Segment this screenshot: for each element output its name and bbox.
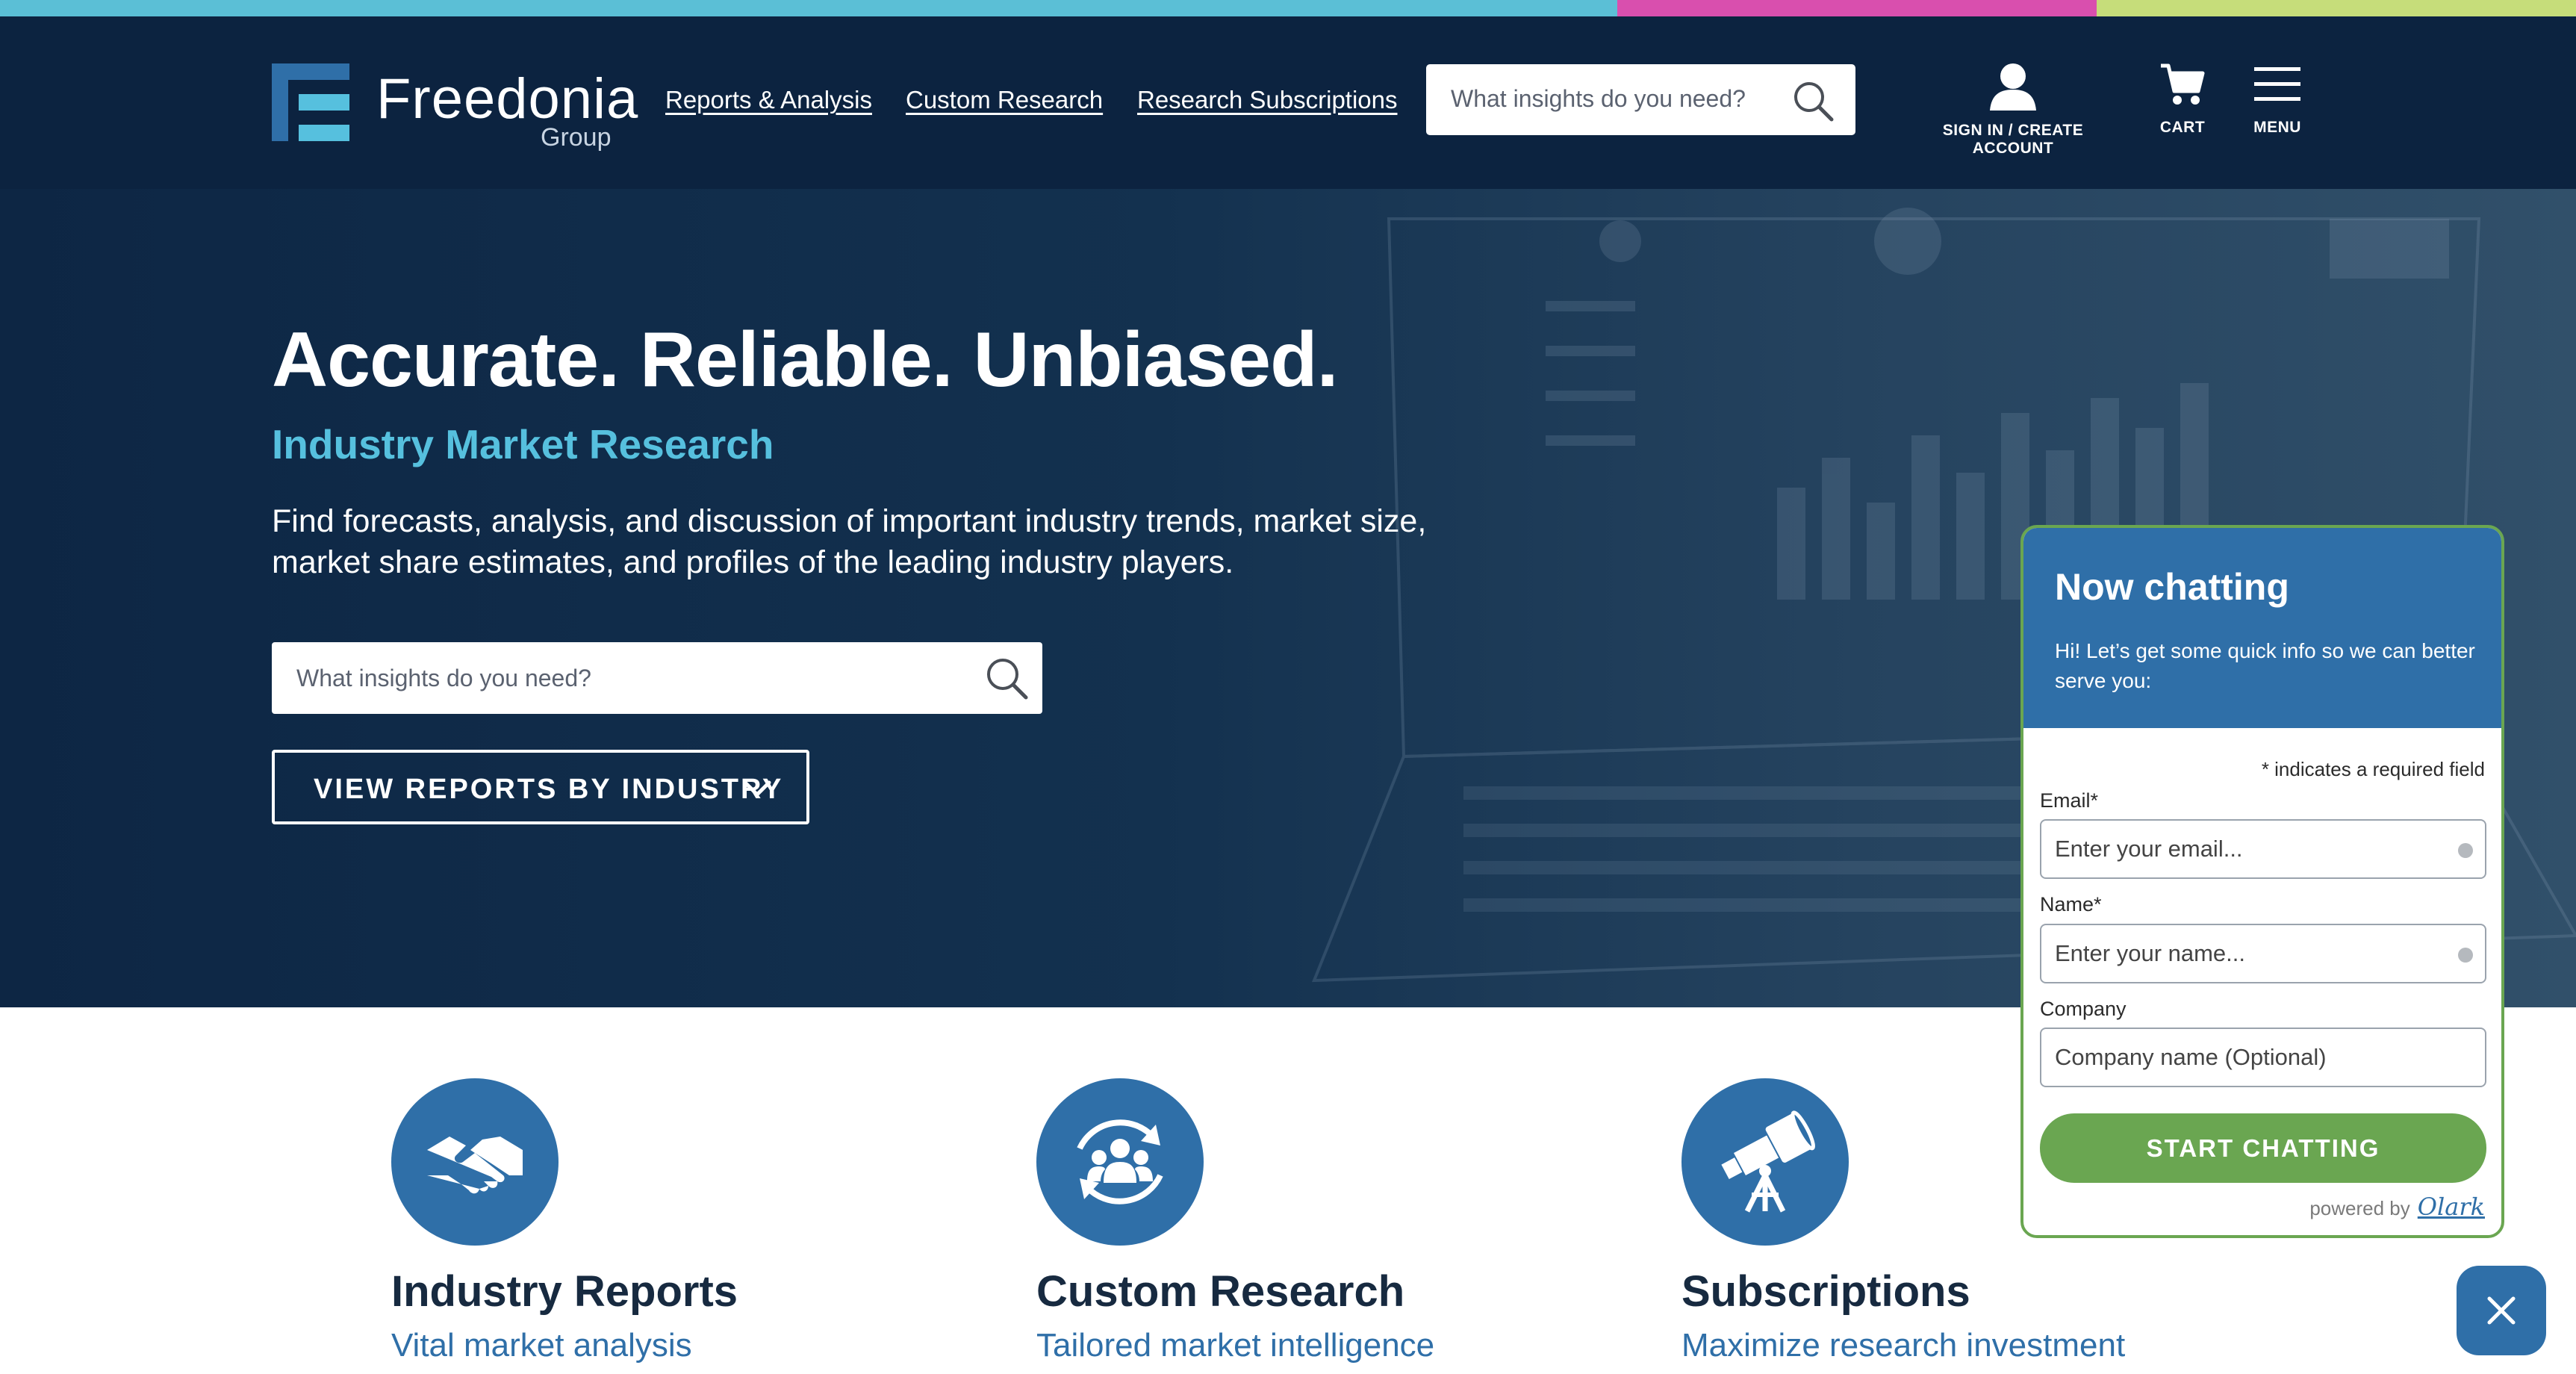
company-placeholder: Company name (Optional) xyxy=(2055,1044,2327,1070)
feature-title: Industry Reports xyxy=(391,1267,738,1316)
chat-close-button[interactable] xyxy=(2457,1266,2546,1355)
telescope-icon xyxy=(1721,1110,1815,1213)
chevron-down-icon xyxy=(743,780,771,797)
header-search-input[interactable]: What insights do you need? xyxy=(1426,64,1855,135)
header-search-placeholder: What insights do you need? xyxy=(1451,85,1746,112)
hero-search-placeholder: What insights do you need? xyxy=(296,665,591,691)
cart-icon xyxy=(2161,63,2205,105)
powered-by-text: powered by xyxy=(2309,1197,2410,1219)
olark-logo: Olark xyxy=(2417,1193,2485,1221)
feature-icon-circle xyxy=(391,1078,559,1246)
view-reports-by-industry-button[interactable]: VIEW REPORTS BY INDUSTRY xyxy=(272,750,809,824)
powered-by[interactable]: powered by Olark xyxy=(2309,1193,2485,1221)
nav-reports-analysis[interactable]: Reports & Analysis xyxy=(665,86,872,114)
hero-title: Accurate. Reliable. Unbiased. xyxy=(272,317,1339,403)
required-field-note: * indicates a required field xyxy=(2261,758,2485,780)
feature-industry-reports[interactable]: Industry Reports Vital market analysis xyxy=(272,1078,809,1374)
cart-button[interactable]: CART xyxy=(2156,61,2209,137)
name-field[interactable]: Enter your name... xyxy=(2040,924,2486,983)
cart-label: CART xyxy=(2159,119,2206,136)
close-icon xyxy=(2487,1296,2516,1325)
email-placeholder: Enter your email... xyxy=(2055,836,2243,862)
feature-title: Custom Research xyxy=(1036,1267,1405,1316)
chat-title: Now chatting xyxy=(2055,566,2289,608)
freedonia-logo[interactable]: Freedonia Group xyxy=(272,63,638,161)
brand-sub: Group xyxy=(541,123,612,152)
feature-subscriptions[interactable]: Subscriptions Maximize research investme… xyxy=(1562,1078,2125,1374)
industry-button-label: VIEW REPORTS BY INDUSTRY xyxy=(314,774,784,805)
feature-custom-research[interactable]: Custom Research Tailored market intellig… xyxy=(917,1078,1455,1374)
hero-description: Find forecasts, analysis, and discussion… xyxy=(272,503,1427,580)
start-chatting-label: START CHATTING xyxy=(2146,1134,2380,1162)
hero-subtitle: Industry Market Research xyxy=(272,421,774,467)
chat-header: Now chatting Hi! Let’s get some quick in… xyxy=(2023,528,2501,728)
search-icon[interactable] xyxy=(1791,79,1835,122)
feature-subtitle[interactable]: Tailored market intelligence xyxy=(1036,1327,1434,1364)
menu-label: MENU xyxy=(2253,119,2301,136)
account-label: SIGN IN / CREATE ACCOUNT xyxy=(1942,122,2084,157)
feature-icon-circle xyxy=(1036,1078,1204,1246)
top-color-strip xyxy=(0,0,2576,16)
chat-greeting: Hi! Let’s get some quick info so we can … xyxy=(2055,639,2475,692)
feature-subtitle[interactable]: Maximize research investment xyxy=(1681,1327,2125,1364)
feature-subtitle[interactable]: Vital market analysis xyxy=(391,1327,692,1364)
email-label: Email* xyxy=(2040,789,2099,812)
nav-custom-research[interactable]: Custom Research xyxy=(906,86,1103,114)
email-field[interactable]: Enter your email... xyxy=(2040,819,2486,879)
feature-icon-circle xyxy=(1681,1078,1849,1246)
hamburger-menu-icon xyxy=(2254,67,2300,101)
menu-button[interactable]: MENU xyxy=(2249,61,2306,137)
name-label: Name* xyxy=(2040,893,2102,916)
account-button[interactable]: SIGN IN / CREATE ACCOUNT xyxy=(1913,61,2113,158)
search-icon[interactable] xyxy=(984,656,1029,700)
site-header: Freedonia Group Reports & Analysis Custo… xyxy=(0,16,2576,189)
handshake-icon xyxy=(427,1137,523,1194)
autofill-indicator-icon xyxy=(2458,843,2473,858)
company-label: Company xyxy=(2040,998,2127,1020)
logo-mark-icon xyxy=(272,63,349,141)
start-chatting-button[interactable]: START CHATTING xyxy=(2040,1113,2486,1183)
chat-widget: Now chatting Hi! Let’s get some quick in… xyxy=(2020,525,2504,1238)
company-field[interactable]: Company name (Optional) xyxy=(2040,1028,2486,1087)
brand-name: Freedonia xyxy=(376,67,639,131)
autofill-indicator-icon xyxy=(2458,948,2473,963)
team-cycle-icon xyxy=(1077,1119,1163,1204)
hero-search-input[interactable]: What insights do you need? xyxy=(272,642,1042,714)
nav-research-subscriptions[interactable]: Research Subscriptions xyxy=(1137,86,1398,114)
feature-title: Subscriptions xyxy=(1681,1267,1970,1316)
user-icon xyxy=(1990,63,2036,111)
name-placeholder: Enter your name... xyxy=(2055,940,2246,966)
